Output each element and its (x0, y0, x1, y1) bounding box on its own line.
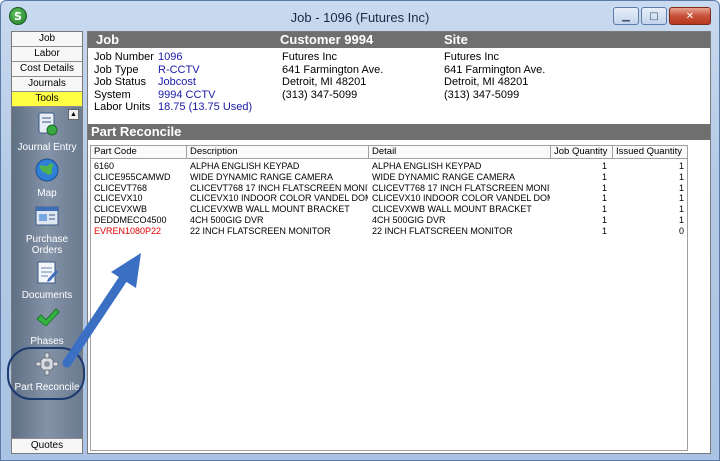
app-window: S Job - 1096 (Futures Inc) ▁ □ ✕ Job Lab… (0, 0, 720, 461)
annotation-arrow (62, 253, 141, 368)
